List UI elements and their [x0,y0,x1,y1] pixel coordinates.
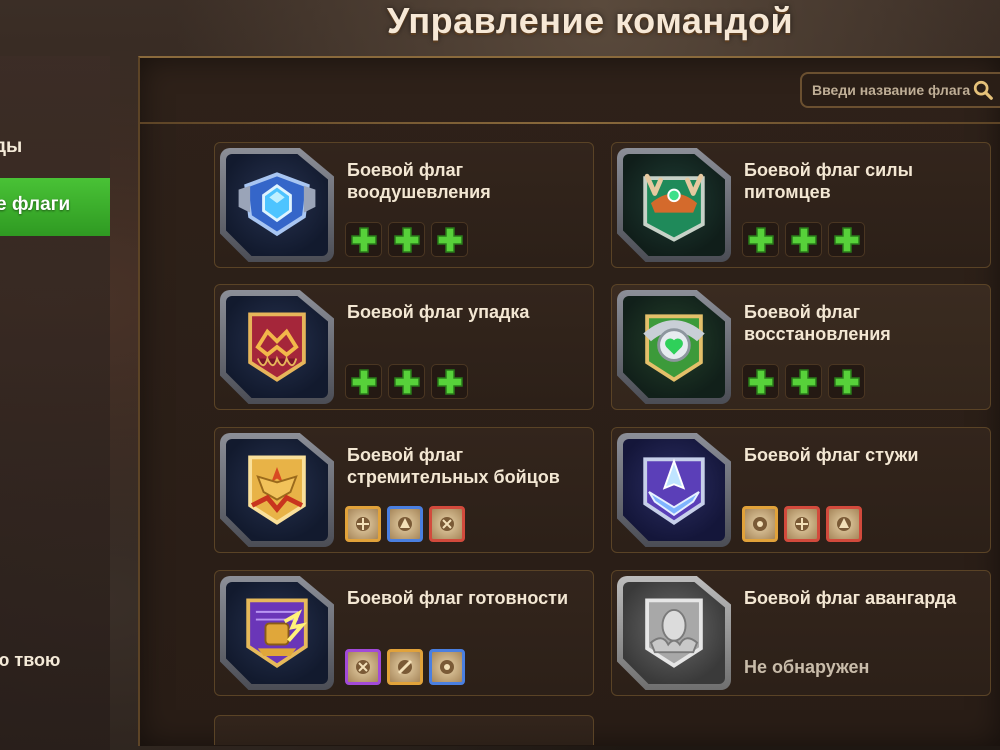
rune-gem[interactable] [784,506,820,542]
add-plus-icon [790,368,817,395]
flag-title: Боевой флаг воодушевления [347,160,491,202]
flag-card[interactable]: Боевой флаг стужи [611,427,991,553]
search-icon[interactable] [972,79,994,101]
rune-slot[interactable] [431,364,468,399]
rune-slot[interactable] [785,364,822,399]
rune-gem[interactable] [742,506,778,542]
rune-slot[interactable] [388,364,425,399]
nav-item-team[interactable]: ды [0,136,22,158]
panel-divider [140,122,1000,124]
rune-slot[interactable] [388,222,425,257]
rune-gem[interactable] [826,506,862,542]
rune-slot[interactable] [742,222,779,257]
add-plus-icon [833,368,860,395]
rune-symbol-icon [398,517,412,531]
add-plus-icon [350,368,377,395]
flag-badge [220,576,334,690]
rune-gem[interactable] [345,506,381,542]
add-plus-icon [436,226,463,253]
flag-badge [617,148,731,262]
green-antler-emblem-icon [643,173,705,242]
rune-slot[interactable] [742,364,779,399]
flag-title: Боевой флаг готовности [347,588,569,608]
flag-title: Боевой флаг авангарда [744,588,957,608]
flag-title: Боевой флаг стужи [744,445,919,465]
add-plus-icon [747,226,774,253]
flag-card[interactable]: Боевой флаг силы питомцев [611,142,991,268]
rune-gem[interactable] [387,506,423,542]
flag-badge [617,576,731,690]
nav-item-flags-label: е флаги [0,194,71,215]
flag-status: Не обнаружен [744,657,870,677]
flag-badge [220,433,334,547]
rune-slot[interactable] [828,364,865,399]
flag-card[interactable]: Боевой флаг восстановления [611,284,991,410]
blue-gem-emblem-icon [238,172,316,237]
ice-peak-emblem-icon [643,457,705,525]
flag-title: Боевой флаг стремительных бойцов [347,445,560,487]
rune-symbol-icon [440,660,454,674]
flags-panel: Боевой флаг воодушевления Боевой флаг си… [138,56,1000,746]
add-plus-icon [350,226,377,253]
flag-badge [220,290,334,404]
flag-title: Боевой флаг силы питомцев [744,160,913,202]
flag-search[interactable] [800,72,1000,108]
gold-wings-emblem-icon [248,455,306,525]
rune-slots [345,506,465,542]
flag-card[interactable]: Боевой флаг готовности [214,570,594,696]
purple-fist-emblem-icon [246,598,308,668]
rune-slot[interactable] [828,222,865,257]
add-plus-icon [833,226,860,253]
rune-slot[interactable] [431,222,468,257]
flag-title: Боевой флаг упадка [347,302,530,322]
rune-symbol-icon [356,660,370,674]
rune-slots [345,222,468,257]
add-plus-icon [747,368,774,395]
rune-symbol-icon [795,517,809,531]
crimson-crown-emblem-icon [248,312,306,382]
rune-slot[interactable] [345,222,382,257]
flag-card-partial[interactable] [214,715,594,745]
rune-slots [742,222,865,257]
add-plus-icon [436,368,463,395]
flag-search-input[interactable] [812,82,972,98]
add-plus-icon [393,226,420,253]
rune-slots [345,649,465,685]
green-heart-emblem-icon [643,314,705,382]
rune-symbol-icon [837,517,851,531]
nav-item-flags[interactable]: е флаги [0,178,110,236]
rune-slots [742,506,862,542]
left-nav-panel: ды е флаги I ю твою [0,56,110,750]
add-plus-icon [790,226,817,253]
flag-badge [617,290,731,404]
flag-card[interactable]: Боевой флаг упадка [214,284,594,410]
page-title: Управление командой [386,0,794,41]
flag-card-locked[interactable]: Боевой флаг авангарда Не обнаружен [611,570,991,696]
rune-symbol-icon [440,517,454,531]
rune-slots [742,364,865,399]
rune-gem[interactable] [387,649,423,685]
rune-symbol-icon [356,517,370,531]
rune-symbol-icon [753,517,767,531]
flag-badge [617,433,731,547]
rune-slots [345,364,468,399]
add-plus-icon [393,368,420,395]
flag-card[interactable]: Боевой флаг воодушевления [214,142,594,268]
rune-gem[interactable] [429,649,465,685]
flag-card[interactable]: Боевой флаг стремительных бойцов [214,427,594,553]
flag-badge [220,148,334,262]
flag-title: Боевой флаг восстановления [744,302,891,344]
nav-item-bottom-2[interactable]: ю твою [0,650,60,671]
grey-locked-emblem-icon [645,598,703,668]
rune-gem[interactable] [429,506,465,542]
rune-slot[interactable] [345,364,382,399]
rune-symbol-icon [397,659,413,675]
rune-slot[interactable] [785,222,822,257]
rune-gem[interactable] [345,649,381,685]
